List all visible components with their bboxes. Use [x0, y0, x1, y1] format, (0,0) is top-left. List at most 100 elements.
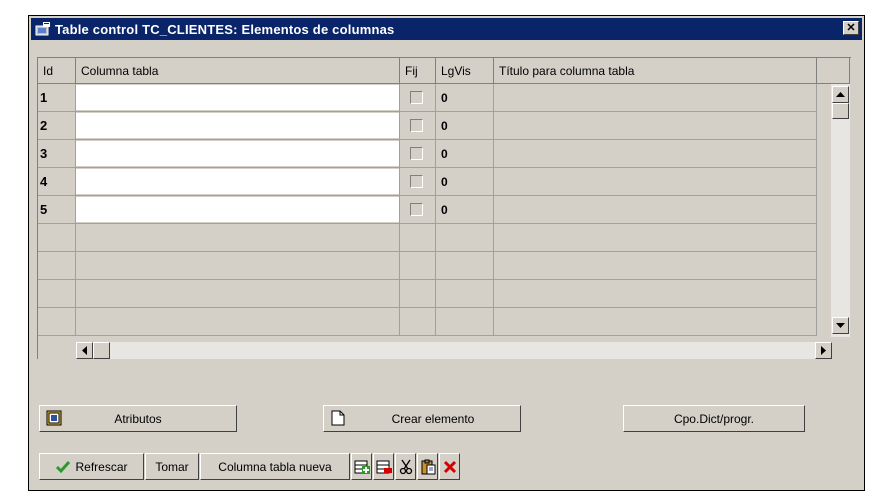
row-id-cell[interactable]	[38, 280, 76, 308]
table-row	[38, 280, 817, 308]
fij-cell	[400, 140, 436, 168]
columna-tabla-nueva-button[interactable]: Columna tabla nueva	[200, 453, 350, 480]
lgvis-cell[interactable]: 0	[436, 112, 494, 140]
fij-cell	[400, 112, 436, 140]
crear-elemento-button[interactable]: Crear elemento	[323, 405, 521, 432]
columna-tabla-input[interactable]	[76, 169, 399, 194]
titulo-cell[interactable]	[494, 140, 817, 168]
columna-tabla-nueva-label: Columna tabla nueva	[218, 459, 332, 474]
titulo-cell[interactable]	[494, 84, 817, 112]
columna-tabla-input[interactable]	[76, 141, 399, 166]
fij-checkbox[interactable]	[410, 203, 423, 216]
row-id-cell[interactable]: 5	[38, 196, 76, 224]
lgvis-cell[interactable]: 0	[436, 84, 494, 112]
fij-checkbox[interactable]	[410, 175, 423, 188]
row-id-cell[interactable]	[38, 224, 76, 252]
fij-cell	[400, 168, 436, 196]
delete-button[interactable]	[439, 453, 460, 480]
row-id-cell[interactable]	[38, 252, 76, 280]
lgvis-cell[interactable]	[436, 252, 494, 280]
titulo-cell[interactable]	[494, 196, 817, 224]
lgvis-cell[interactable]	[436, 280, 494, 308]
lgvis-cell[interactable]: 0	[436, 140, 494, 168]
column-header-columna-tabla[interactable]: Columna tabla	[76, 58, 400, 84]
arrow-right-icon	[821, 346, 826, 355]
columna-tabla-cell	[76, 252, 400, 280]
arrow-left-icon	[82, 346, 87, 355]
window-title: Table control TC_CLIENTES: Elementos de …	[55, 21, 395, 37]
insert-row-icon	[354, 460, 370, 474]
row-id-cell[interactable]: 2	[38, 112, 76, 140]
columna-tabla-cell[interactable]	[76, 84, 400, 112]
lgvis-cell[interactable]: 0	[436, 168, 494, 196]
columna-tabla-cell[interactable]	[76, 140, 400, 168]
horizontal-scroll-thumb[interactable]	[93, 342, 110, 359]
column-header-lgvis[interactable]: LgVis	[436, 58, 494, 84]
delete-row-button[interactable]	[373, 453, 394, 480]
close-icon: ✕	[846, 21, 856, 34]
column-header-fij[interactable]: Fij	[400, 58, 436, 84]
lgvis-cell[interactable]	[436, 224, 494, 252]
scroll-down-button[interactable]	[832, 317, 849, 334]
close-button[interactable]: ✕	[843, 21, 859, 35]
table-row: 20	[38, 112, 817, 140]
clipboard-paste-icon	[421, 459, 435, 474]
table-row: 30	[38, 140, 817, 168]
fij-cell	[400, 308, 436, 336]
arrow-down-icon	[836, 323, 845, 328]
scroll-up-button[interactable]	[832, 86, 849, 103]
fij-cell	[400, 252, 436, 280]
table-row: 50	[38, 196, 817, 224]
row-id-cell[interactable]: 1	[38, 84, 76, 112]
fij-checkbox[interactable]	[410, 147, 423, 160]
table-row	[38, 252, 817, 280]
titulo-cell[interactable]	[494, 280, 817, 308]
refrescar-button[interactable]: Refrescar	[39, 453, 144, 480]
columna-tabla-input[interactable]	[76, 197, 399, 222]
crear-elemento-label: Crear elemento	[391, 411, 475, 426]
paste-button[interactable]	[417, 453, 438, 480]
row-id-cell[interactable]: 3	[38, 140, 76, 168]
table-control: Id Columna tabla Fij LgVis Título para c…	[37, 57, 851, 359]
row-id-cell[interactable]	[38, 308, 76, 336]
checkmark-icon	[55, 460, 71, 474]
attributes-icon	[46, 410, 62, 426]
table-row: 40	[38, 168, 817, 196]
titulo-cell[interactable]	[494, 308, 817, 336]
horizontal-scrollbar[interactable]	[76, 342, 832, 359]
columna-tabla-input[interactable]	[76, 113, 399, 138]
fij-checkbox[interactable]	[410, 119, 423, 132]
columna-tabla-cell[interactable]	[76, 112, 400, 140]
columna-tabla-cell[interactable]	[76, 196, 400, 224]
row-id-cell[interactable]: 4	[38, 168, 76, 196]
scroll-right-button[interactable]	[815, 342, 832, 359]
lgvis-cell[interactable]	[436, 308, 494, 336]
red-x-icon	[443, 460, 456, 473]
column-config-header[interactable]	[817, 58, 850, 84]
columna-tabla-cell	[76, 308, 400, 336]
atributos-button[interactable]: Atributos	[39, 405, 237, 432]
fij-cell	[400, 224, 436, 252]
cut-button[interactable]	[395, 453, 416, 480]
columna-tabla-cell[interactable]	[76, 168, 400, 196]
tomar-button[interactable]: Tomar	[145, 453, 199, 480]
fij-checkbox[interactable]	[410, 91, 423, 104]
vertical-scrollbar[interactable]	[831, 84, 850, 337]
vertical-scroll-thumb[interactable]	[832, 103, 849, 119]
refrescar-label: Refrescar	[75, 459, 128, 474]
table-row: 10	[38, 84, 817, 112]
scroll-left-button[interactable]	[76, 342, 93, 359]
column-header-titulo[interactable]: Título para columna tabla	[494, 58, 817, 84]
titulo-cell[interactable]	[494, 252, 817, 280]
titulo-cell[interactable]	[494, 224, 817, 252]
column-header-id[interactable]: Id	[38, 58, 76, 84]
delete-row-icon	[376, 460, 392, 473]
titulo-cell[interactable]	[494, 112, 817, 140]
insert-row-button[interactable]	[351, 453, 372, 480]
titulo-cell[interactable]	[494, 168, 817, 196]
lgvis-cell[interactable]: 0	[436, 196, 494, 224]
columna-tabla-input[interactable]	[76, 85, 399, 110]
atributos-label: Atributos	[114, 411, 162, 426]
tomar-label: Tomar	[155, 459, 189, 474]
cpo-dict-progr-button[interactable]: Cpo.Dict/progr.	[623, 405, 805, 432]
